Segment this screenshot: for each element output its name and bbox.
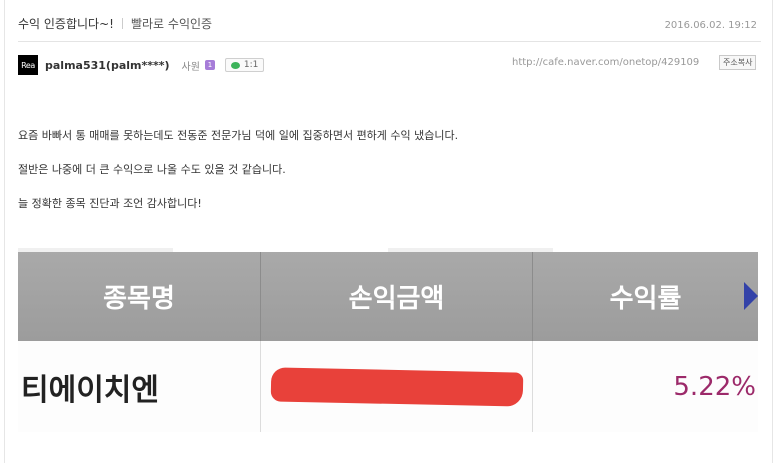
play-arrow-icon — [744, 282, 758, 310]
header-pnl: 손익금액 — [261, 252, 533, 341]
post-url[interactable]: http://cafe.naver.com/onetop/429109 — [512, 57, 699, 68]
grade-badge: 1 — [204, 60, 215, 70]
author-row: Rea palma531(palm****) 사원 1 1:1 — [18, 54, 265, 76]
chat-bubble-icon — [230, 61, 240, 69]
header-stock-name: 종목명 — [18, 252, 261, 341]
post-date: 2016.06.02. 19:12 — [664, 20, 757, 31]
author-role: 사원 — [181, 61, 200, 73]
chat-button[interactable]: 1:1 — [224, 58, 265, 72]
chat-label: 1:1 — [243, 60, 259, 70]
title-separator — [121, 18, 123, 29]
body-line-1: 요즘 바빠서 통 매매를 못하는데도 전동준 전문가님 덕에 일에 집중하면서 … — [18, 129, 459, 142]
profit-table-image: 종목명 손익금액 수익률 티에이치엔 5.22% — [18, 248, 758, 432]
post-category-link[interactable]: 빨라로 수익인증 — [131, 15, 212, 32]
cell-return-rate: 5.22% — [673, 371, 756, 402]
body-line-2: 절반은 나중에 더 큰 수익으로 나올 수도 있을 것 같습니다. — [18, 163, 286, 176]
table-header: 종목명 손익금액 수익률 — [18, 252, 758, 341]
avatar[interactable]: Rea — [18, 55, 38, 75]
header-return-rate-label: 수익률 — [609, 284, 682, 314]
header-return-rate: 수익률 — [533, 252, 758, 341]
post-title-row: 수익 인증합니다~! 빨라로 수익인증 — [18, 15, 212, 32]
post-title: 수익 인증합니다~! — [18, 17, 114, 31]
cell-stock-name: 티에이치엔 — [18, 341, 261, 432]
cell-pnl — [261, 341, 533, 432]
copy-url-button[interactable]: 주소복사 — [719, 55, 757, 70]
header-divider — [18, 41, 761, 42]
table-row: 티에이치엔 5.22% — [18, 341, 758, 432]
body-line-3: 늘 정확한 종목 진단과 조언 감사합니다! — [18, 197, 202, 210]
author-name[interactable]: palma531(palm****) — [45, 59, 170, 72]
redaction-mark — [270, 366, 523, 407]
